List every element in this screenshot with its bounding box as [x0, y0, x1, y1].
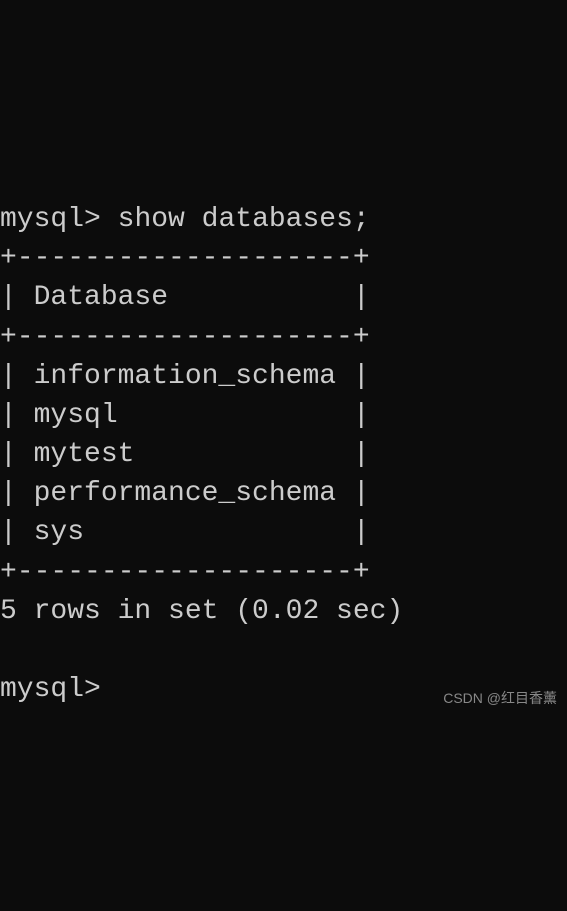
command-input[interactable]: show databases; — [118, 204, 370, 235]
table-row: | information_schema | — [0, 361, 370, 392]
table-row: | mytest | — [0, 439, 370, 470]
watermark: CSDN @红目香薰 — [443, 689, 557, 709]
table-row: | sys | — [0, 517, 370, 548]
table-row: | performance_schema | — [0, 478, 370, 509]
table-border-bottom: +--------------------+ — [0, 557, 370, 588]
table-border-top: +--------------------+ — [0, 243, 370, 274]
table-border-mid: +--------------------+ — [0, 322, 370, 353]
table-row: | mysql | — [0, 400, 370, 431]
prompt: mysql> — [0, 204, 101, 235]
prompt: mysql> — [0, 674, 101, 705]
table-header: | Database | — [0, 282, 370, 313]
terminal-output: mysql> show databases; +----------------… — [0, 161, 567, 715]
result-summary: 5 rows in set (0.02 sec) — [0, 596, 403, 627]
